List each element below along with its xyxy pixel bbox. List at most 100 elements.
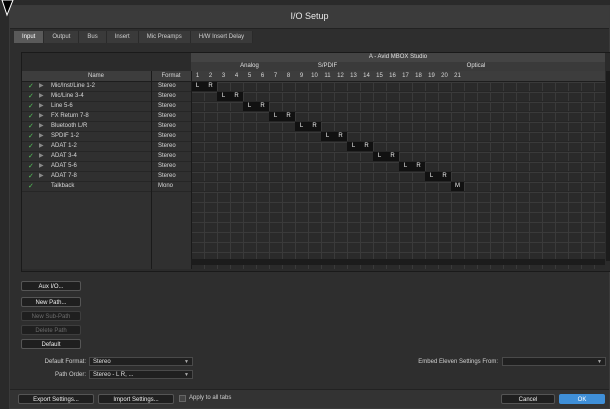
path-name[interactable]: SPDIF 1-2 xyxy=(51,132,79,141)
table-row[interactable]: ✓ ▶ ADAT 7-8 Stereo L R xyxy=(22,172,605,182)
channel-assignment-cell[interactable]: R xyxy=(412,162,425,171)
tab-hw-insert-delay[interactable]: H/W Insert Delay xyxy=(190,31,254,43)
path-name[interactable]: Mic/Inst/Line 1-2 xyxy=(51,82,95,91)
delete-path-button[interactable]: Delete Path xyxy=(21,325,81,335)
tab-input[interactable]: Input xyxy=(14,31,45,43)
path-name[interactable]: Line 5-6 xyxy=(51,102,73,111)
active-check-icon[interactable]: ✓ xyxy=(28,102,34,111)
title-bar: I/O Setup xyxy=(10,6,609,29)
channel-number: 7 xyxy=(273,73,278,79)
channel-assignment-cell[interactable]: L xyxy=(321,132,334,141)
channel-assignment-cell[interactable]: R xyxy=(282,112,295,121)
channel-number: 5 xyxy=(247,73,252,79)
active-check-icon[interactable]: ✓ xyxy=(28,82,34,91)
table-row[interactable]: ✓ ▶ Line 5-6 Stereo L R xyxy=(22,102,605,112)
group-header-optical: Optical xyxy=(347,62,605,71)
expand-arrow-icon[interactable]: ▶ xyxy=(39,102,44,111)
new-path-button[interactable]: New Path... xyxy=(21,297,81,307)
channel-assignment-cell[interactable]: L xyxy=(373,152,386,161)
export-settings-button[interactable]: Export Settings... xyxy=(18,394,94,404)
channel-assignment-cell[interactable]: L xyxy=(191,82,204,91)
expand-arrow-icon[interactable]: ▶ xyxy=(39,92,44,101)
expand-arrow-icon[interactable]: ▶ xyxy=(39,162,44,171)
active-check-icon[interactable]: ✓ xyxy=(28,152,34,161)
channel-assignment-cell[interactable]: R xyxy=(256,102,269,111)
channel-assignment-cell[interactable]: R xyxy=(334,132,347,141)
channel-assignment-cell[interactable]: L xyxy=(269,112,282,121)
name-column-header: Name xyxy=(87,73,104,79)
active-check-icon[interactable]: ✓ xyxy=(28,182,34,191)
channel-number: 6 xyxy=(260,73,265,79)
expand-arrow-icon[interactable]: ▶ xyxy=(39,172,44,181)
path-name[interactable]: Bluetooth L/R xyxy=(51,122,87,131)
table-row[interactable]: ✓ ▶ FX Return 7-8 Stereo L R xyxy=(22,112,605,122)
path-name[interactable]: ADAT 1-2 xyxy=(51,142,77,151)
embed-settings-select[interactable]: ▼ xyxy=(502,357,606,366)
channel-assignment-cell[interactable]: L xyxy=(217,92,230,101)
path-format: Stereo xyxy=(158,83,176,89)
path-name[interactable]: ADAT 5-6 xyxy=(51,162,77,171)
channel-assignment-cell[interactable]: R xyxy=(360,142,373,151)
expand-arrow-icon[interactable]: ▶ xyxy=(39,82,44,91)
expand-arrow-icon[interactable]: ▶ xyxy=(39,152,44,161)
table-row[interactable]: ✓ ▶ ADAT 1-2 Stereo L R xyxy=(22,142,605,152)
expand-arrow-icon[interactable]: ▶ xyxy=(39,112,44,121)
active-check-icon[interactable]: ✓ xyxy=(28,142,34,151)
path-format: Stereo xyxy=(158,143,176,149)
active-check-icon[interactable]: ✓ xyxy=(28,112,34,121)
expand-arrow-icon[interactable]: ▶ xyxy=(39,122,44,131)
channel-assignment-cell[interactable]: R xyxy=(386,152,399,161)
tab-output[interactable]: Output xyxy=(44,31,80,43)
path-name[interactable]: Talkback xyxy=(51,182,74,191)
expand-arrow-icon[interactable]: ▶ xyxy=(39,142,44,151)
tab-mic-preamps[interactable]: Mic Preamps xyxy=(138,31,191,43)
table-row[interactable]: ✓ Talkback Mono M xyxy=(22,182,605,192)
cancel-button[interactable]: Cancel xyxy=(501,394,555,404)
io-grid: A - Avid MBOX Studio Analog S/PDIF Optic… xyxy=(21,52,610,272)
path-order-select[interactable]: Stereo - L R, ... ▼ xyxy=(89,370,193,379)
horizontal-scrollbar[interactable] xyxy=(191,259,605,265)
active-check-icon[interactable]: ✓ xyxy=(28,162,34,171)
table-row[interactable]: ✓ ▶ SPDIF 1-2 Stereo L R xyxy=(22,132,605,142)
default-format-select[interactable]: Stereo ▼ xyxy=(89,357,193,366)
path-name[interactable]: FX Return 7-8 xyxy=(51,112,89,121)
vertical-scrollbar[interactable] xyxy=(606,71,610,261)
table-row[interactable]: ✓ ▶ ADAT 3-4 Stereo L R xyxy=(22,152,605,162)
table-row[interactable]: ✓ ▶ Bluetooth L/R Stereo L R xyxy=(22,122,605,132)
path-name[interactable]: ADAT 3-4 xyxy=(51,152,77,161)
active-check-icon[interactable]: ✓ xyxy=(28,172,34,181)
tab-bus[interactable]: Bus xyxy=(79,31,107,43)
channel-assignment-cell[interactable]: R xyxy=(230,92,243,101)
import-settings-button[interactable]: Import Settings... xyxy=(98,394,174,404)
new-sub-path-button[interactable]: New Sub-Path xyxy=(21,311,81,321)
channel-assignment-cell[interactable]: R xyxy=(438,172,451,181)
channel-number: 10 xyxy=(311,73,318,79)
channel-assignment-cell[interactable]: L xyxy=(243,102,256,111)
path-name[interactable]: ADAT 7-8 xyxy=(51,172,77,181)
mouse-cursor-icon xyxy=(1,0,14,17)
channel-assignment-cell[interactable]: L xyxy=(347,142,360,151)
expand-arrow-icon[interactable]: ▶ xyxy=(39,132,44,141)
default-button[interactable]: Default xyxy=(21,339,81,349)
format-column-header: Format xyxy=(161,73,181,79)
apply-to-all-tabs-checkbox[interactable] xyxy=(179,395,186,402)
table-row[interactable]: ✓ ▶ Mic/Line 3-4 Stereo L R xyxy=(22,92,605,102)
path-format: Stereo xyxy=(158,153,176,159)
channel-assignment-cell[interactable]: M xyxy=(451,182,464,191)
channel-assignment-cell[interactable]: L xyxy=(425,172,438,181)
channel-assignment-cell[interactable]: L xyxy=(295,122,308,131)
group-header-spdif: S/PDIF xyxy=(308,62,347,71)
channel-assignment-cell[interactable]: L xyxy=(399,162,412,171)
tab-insert[interactable]: Insert xyxy=(106,31,139,43)
table-row[interactable]: ✓ ▶ Mic/Inst/Line 1-2 Stereo L R xyxy=(22,82,605,92)
channel-assignment-cell[interactable]: R xyxy=(308,122,321,131)
active-check-icon[interactable]: ✓ xyxy=(28,122,34,131)
window-title: I/O Setup xyxy=(290,11,329,21)
active-check-icon[interactable]: ✓ xyxy=(28,132,34,141)
ok-button[interactable]: OK xyxy=(559,394,605,404)
path-name[interactable]: Mic/Line 3-4 xyxy=(51,92,84,101)
active-check-icon[interactable]: ✓ xyxy=(28,92,34,101)
aux-io-button[interactable]: Aux I/O... xyxy=(21,281,81,291)
channel-assignment-cell[interactable]: R xyxy=(204,82,217,91)
table-row[interactable]: ✓ ▶ ADAT 5-6 Stereo L R xyxy=(22,162,605,172)
